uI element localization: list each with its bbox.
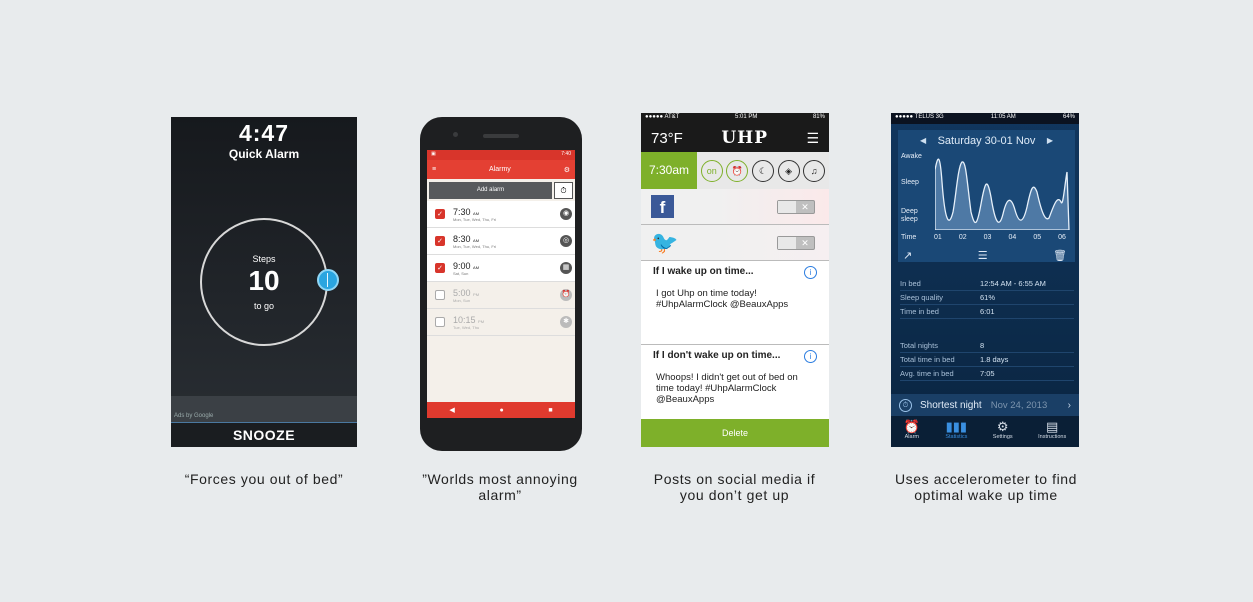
on-toggle[interactable]: on — [700, 159, 723, 182]
wake-on-time-heading: If I wake up on time... i — [641, 261, 829, 284]
app-bar: ≡ Alarmy ⚙ — [427, 160, 575, 179]
facebook-row[interactable]: f ✕ — [641, 189, 829, 225]
steps-label: Steps — [252, 254, 276, 264]
caption-alarmy: ”Worlds most annoying alarm” — [422, 471, 578, 503]
ads-label: Ads by Google — [174, 413, 214, 419]
back-icon[interactable]: ◀ — [449, 406, 454, 414]
alarm-icon: ⏰ — [903, 419, 920, 434]
sleep-curve — [935, 158, 1070, 230]
alarm-clock-icon[interactable]: ⏰ — [726, 159, 749, 182]
awake-label: Awake — [901, 153, 922, 160]
moon-icon[interactable]: ☾ — [751, 159, 774, 182]
ring-handle[interactable] — [317, 269, 339, 291]
alarm-checkbox[interactable]: ✓ — [435, 263, 445, 273]
android-nav-bar: ◀ ● ■ — [427, 402, 575, 418]
timer-icon[interactable]: ⏱ — [554, 182, 573, 199]
next-night-icon[interactable]: ▶ — [1047, 136, 1053, 145]
alarm-mission-icon: ⏰ — [560, 289, 572, 301]
sleep-stats-screen: ●●●●● TELUS 3G 11:05 AM 64% ◀ Saturday 30-… — [891, 113, 1079, 447]
time-axis: 01 02 03 04 05 06 — [934, 234, 1066, 241]
caption-uhp: Posts on social media if you don’t get u… — [653, 471, 816, 503]
status-bar: ▣ 7:40 — [427, 150, 575, 160]
status-bar: ●●●●● AT&T 5:01 PM 81% — [641, 113, 829, 124]
speaker-grille — [483, 134, 519, 138]
settings-icon[interactable]: ⚙ — [564, 166, 570, 174]
eye-mission-icon: ◎ — [560, 235, 572, 247]
to-go-label: to go — [253, 301, 275, 311]
grid-mission-icon: ▦ — [560, 262, 572, 274]
share-icon[interactable]: ↗ — [903, 249, 912, 262]
alarm-checkbox[interactable] — [435, 317, 445, 327]
gear-icon: ⚙ — [996, 419, 1009, 434]
bar-chart-icon: ▮▮▮ — [945, 419, 968, 434]
alarm-row[interactable]: 5:00 PM Mon, Sun ⏰ — [427, 282, 575, 309]
twitter-toggle[interactable]: ✕ — [777, 235, 815, 250]
facebook-toggle[interactable]: ✕ — [777, 199, 815, 214]
uhp-header: 73°F UHP ☰ — [641, 124, 829, 152]
sleep-graph-panel: ◀ Saturday 30-01 Nov ▶ Awake Sleep Deep … — [898, 130, 1075, 262]
uhp-logo: UHP — [721, 128, 768, 148]
android-phone: ▣ 7:40 ≡ Alarmy ⚙ Add alarm ⏱ ✓ 7:30 AM Mo… — [420, 117, 582, 451]
headphones-icon[interactable]: ♫ — [803, 159, 826, 182]
menu-icon[interactable]: ☰ — [806, 130, 819, 147]
caption-quick-alarm: “Forces you out of bed” — [184, 471, 344, 487]
info-icon[interactable]: i — [804, 350, 817, 363]
tab-alarm[interactable]: ⏰ Alarm — [904, 416, 920, 447]
shake-mission-icon: ✱ — [560, 316, 572, 328]
camera-mission-icon: ◉ — [560, 208, 572, 220]
app-title: Alarmy — [489, 166, 511, 173]
tab-settings[interactable]: ⚙ Settings — [993, 416, 1013, 447]
delete-button[interactable]: Delete — [641, 419, 829, 447]
alarm-checkbox[interactable]: ✓ — [435, 209, 445, 219]
uhp-screen: ●●●●● AT&T 5:01 PM 81% 73°F UHP ☰ 7:30am o… — [641, 113, 829, 447]
sleep-stats: In bed 12:54 AM - 6:55 AM Sleep quality 61… — [900, 277, 1074, 381]
alarm-row[interactable]: ✓ 9:00 AM Sat, Sun ▦ — [427, 255, 575, 282]
tab-bar: ⏰ Alarm ▮▮▮ Statistics ⚙ Settings ▤ Instruct… — [891, 416, 1079, 447]
quick-alarm-screen: 4:47 Quick Alarm Steps 10 to go Ads by G… — [171, 117, 357, 447]
sleep-label: Sleep — [901, 179, 919, 186]
alarm-row[interactable]: 7:30am on ⏰ ☾ ◈ ♫ — [641, 152, 829, 189]
twitter-icon: 🐦 — [651, 230, 679, 255]
status-bar: ●●●●● TELUS 3G 11:05 AM 64% — [891, 113, 1079, 124]
chevron-right-icon: › — [1067, 399, 1071, 411]
home-icon[interactable]: ● — [499, 407, 503, 414]
temperature: 73°F — [651, 129, 683, 147]
not-wake-heading: If I don't wake up on time... i — [641, 345, 829, 368]
alarm-time[interactable]: 7:30am — [641, 152, 697, 189]
stopwatch-icon: ⏱ — [899, 398, 912, 412]
tab-instructions[interactable]: ▤ Instructions — [1038, 416, 1066, 447]
deep-sleep-label: Deep sleep — [901, 208, 918, 223]
compass-icon[interactable]: ◈ — [777, 159, 800, 182]
twitter-row[interactable]: 🐦 ✕ — [641, 225, 829, 261]
time-label: Time — [901, 234, 917, 241]
camera-icon — [453, 132, 458, 137]
book-icon: ▤ — [1046, 419, 1059, 434]
facebook-icon: f — [651, 195, 674, 218]
trash-icon[interactable]: 🗑 — [1053, 249, 1067, 262]
tab-statistics[interactable]: ▮▮▮ Statistics — [945, 416, 967, 447]
alarm-row[interactable]: ✓ 7:30 AM Mon, Tue, Wed, Thu, Fri ◉ — [427, 201, 575, 228]
alarm-checkbox[interactable] — [435, 290, 445, 300]
wake-on-time-message[interactable]: I got Uhp on time today! #UhpAlarmClock … — [641, 284, 829, 344]
recents-icon[interactable]: ■ — [548, 407, 552, 414]
clock-time: 4:47 — [238, 120, 290, 146]
add-alarm-button[interactable]: Add alarm — [429, 182, 552, 199]
info-icon[interactable]: i — [804, 266, 817, 279]
alarm-row[interactable]: 10:15 PM Tue, Wed, Thu ✱ — [427, 309, 575, 336]
alarm-checkbox[interactable]: ✓ — [435, 236, 445, 246]
list-icon[interactable]: ☰ — [978, 249, 988, 262]
caption-sleep-cycle: Uses accelerometer to find optimal wake … — [894, 471, 1078, 503]
menu-icon[interactable]: ≡ — [432, 166, 436, 173]
shortest-night-row[interactable]: ⏱ Shortest night Nov 24, 2013 › — [891, 394, 1079, 416]
alarm-row[interactable]: ✓ 8:30 AM Mon, Tue, Wed, Thu, Fri ◎ — [427, 228, 575, 255]
snooze-button[interactable]: SNOOZE — [171, 422, 357, 447]
alarmy-screen: ▣ 7:40 ≡ Alarmy ⚙ Add alarm ⏱ ✓ 7:30 AM Mo… — [427, 150, 575, 418]
quick-alarm-title: Quick Alarm — [228, 147, 300, 161]
